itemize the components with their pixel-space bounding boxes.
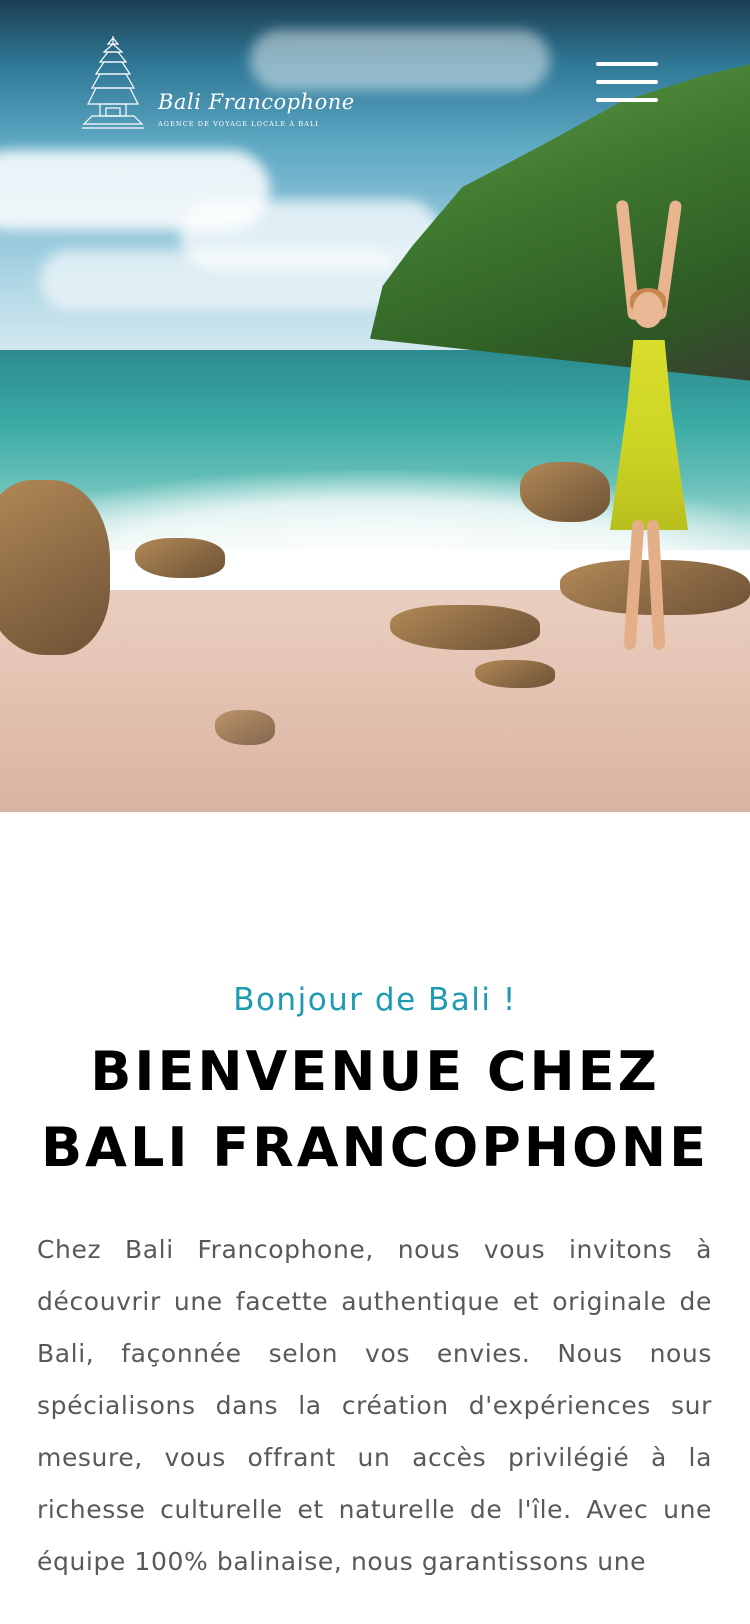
temple-pagoda-icon	[82, 36, 144, 129]
hero-rock	[475, 660, 555, 688]
menu-line	[596, 62, 658, 66]
hero-rock	[215, 710, 275, 745]
page-title-line2: BALI FRANCOPHONE	[41, 1116, 709, 1179]
hero-cloud	[40, 250, 400, 310]
menu-line	[596, 80, 658, 84]
greeting-subtitle: Bonjour de Bali !	[233, 982, 517, 1018]
site-logo[interactable]: Bali Francophone AGENCE DE VOYAGE LOCALE…	[82, 34, 354, 134]
logo-brand-name: Bali Francophone	[158, 90, 355, 114]
page: Bali Francophone AGENCE DE VOYAGE LOCALE…	[0, 0, 750, 1624]
woman-dress	[610, 340, 688, 530]
intro-paragraph: Chez Bali Francophone, nous vous inviton…	[37, 1235, 712, 1576]
hamburger-menu-icon[interactable]	[596, 62, 658, 106]
site-header: Bali Francophone AGENCE DE VOYAGE LOCALE…	[0, 0, 750, 150]
page-title: BIENVENUE CHEZ BALI FRANCOPHONE	[0, 1034, 750, 1186]
woman-leg-right	[646, 519, 666, 651]
menu-line	[596, 98, 658, 102]
intro-section: Bonjour de Bali ! BIENVENUE CHEZ BALI FR…	[0, 812, 750, 1624]
woman-leg-left	[623, 519, 645, 651]
hero-woman	[592, 199, 702, 660]
hero-rock	[0, 480, 110, 655]
page-title-line1: BIENVENUE CHEZ	[90, 1040, 660, 1103]
hero-section: Bali Francophone AGENCE DE VOYAGE LOCALE…	[0, 0, 750, 812]
woman-head	[633, 292, 663, 328]
hero-rock	[390, 605, 540, 650]
logo-tagline: AGENCE DE VOYAGE LOCALE À BALI	[158, 120, 320, 128]
hero-rock	[135, 538, 225, 578]
